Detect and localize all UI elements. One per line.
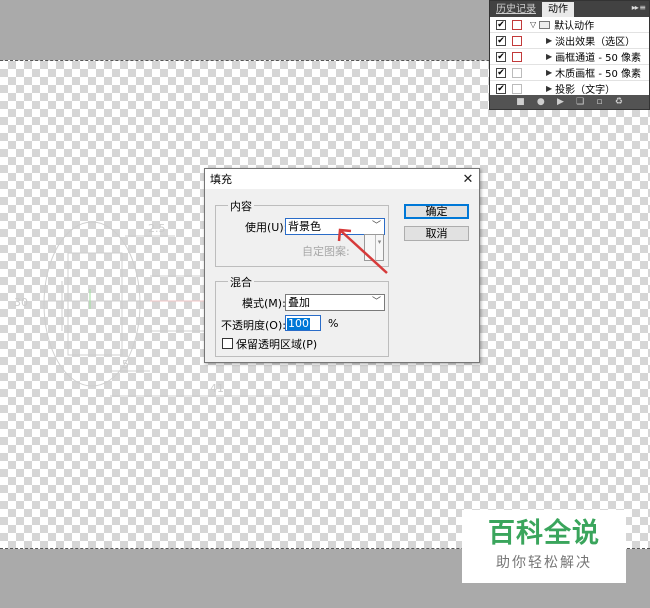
dim-label-4: 41 [210,382,224,395]
action-row[interactable]: ✔ ▶ 木质画框 - 50 像素 [490,65,649,81]
contents-legend: 内容 [228,198,254,214]
dialog-toggle[interactable] [510,67,524,78]
action-row[interactable]: ✔ ▶ 淡出效果（选区） [490,33,649,49]
mode-label: 模式(M): [242,297,286,310]
opacity-unit: % [328,317,339,330]
preserve-transparency-label[interactable]: 保留透明区域(P) [236,336,317,352]
watermark-logo: 百科全说 助你轻松解决 [462,510,626,583]
toggle-item-checkbox[interactable]: ✔ [494,66,508,80]
actions-list: ✔ ▽ 默认动作 ✔ ▶ 淡出效果（选区） ✔ ▶ 画框通道 - 50 像素 ✔… [490,17,649,97]
panel-tabs: 历史记录 动作 ▸▸ ≡ [490,1,649,17]
collapsed-triangle-icon[interactable]: ▶ [546,52,552,61]
action-label: 投影（文字） [555,85,616,96]
action-row[interactable]: ✔ ▶ 画框通道 - 50 像素 [490,49,649,65]
mode-select-value: 叠加 [288,296,310,309]
ok-button[interactable]: 确定 [404,204,469,219]
blending-group: 混合 模式(M): 叠加 ﹀ 不透明度(O): 100 % 保留透明区域(P) [215,274,389,357]
action-label: 淡出效果（选区） [555,37,636,48]
action-label: 木质画框 - 50 像素 [555,69,642,80]
dialog-toggle[interactable] [510,51,524,62]
action-label: 画框通道 - 50 像素 [555,53,642,64]
toggle-item-checkbox[interactable]: ✔ [494,34,508,48]
dialog-title-bar[interactable]: 填充 ✕ [205,169,479,189]
tab-history[interactable]: 历史记录 [490,2,542,17]
expand-triangle-icon[interactable]: ▽ [530,20,536,29]
folder-icon [539,20,551,29]
stop-icon[interactable]: ■ [516,97,525,107]
watermark-subtitle: 助你轻松解决 [496,555,592,571]
action-set-row[interactable]: ✔ ▽ 默认动作 [490,17,649,33]
red-arrow-annotation [337,228,388,274]
fill-dialog: 填充 ✕ 内容 使用(U): 背景色 ﹀ 自定图案: ▾ 混合 模式(M): 叠… [204,168,480,363]
dim-label-3: 5 [122,358,129,371]
mode-select[interactable]: 叠加 ﹀ [285,294,385,311]
new-action-icon[interactable]: ▫ [596,97,602,107]
play-icon[interactable]: ▶ [557,97,564,107]
trash-icon[interactable]: ♻ [615,97,623,107]
record-icon[interactable]: ● [537,97,545,107]
panel-footer: ■ ● ▶ ❑ ▫ ♻ [490,95,649,109]
dim-label-2: 30 [14,296,28,309]
collapsed-triangle-icon[interactable]: ▶ [546,36,552,45]
action-set-label: 默认动作 [554,21,595,32]
chevron-down-icon: ﹀ [371,297,381,307]
dialog-toggle[interactable] [510,83,524,94]
close-icon[interactable]: ✕ [457,172,479,187]
dialog-title: 填充 [210,173,232,186]
watermark-title: 百科全说 [488,518,600,549]
use-label: 使用(U): [245,221,288,234]
collapsed-triangle-icon[interactable]: ▶ [546,68,552,77]
opacity-value: 100 [287,317,310,330]
new-set-icon[interactable]: ❑ [576,97,584,107]
cancel-button[interactable]: 取消 [404,226,469,241]
dialog-toggle[interactable] [510,19,524,30]
toggle-item-checkbox[interactable]: ✔ [494,50,508,64]
toggle-item-checkbox[interactable]: ✔ [494,82,508,96]
dim-label-1: 2.5 [148,222,166,235]
use-select-value: 背景色 [288,220,321,233]
tab-actions[interactable]: 动作 [542,2,574,17]
panel-menu-icon[interactable]: ▸▸ ≡ [632,3,646,12]
dialog-toggle[interactable] [510,35,524,46]
collapsed-triangle-icon[interactable]: ▶ [546,84,552,93]
blending-legend: 混合 [228,274,254,290]
opacity-input[interactable]: 100 [285,315,321,331]
actions-panel: 历史记录 动作 ▸▸ ≡ ✔ ▽ 默认动作 ✔ ▶ 淡出效果（选区） ✔ ▶ 画… [489,0,650,110]
opacity-label: 不透明度(O): [221,319,286,332]
toggle-item-checkbox[interactable]: ✔ [494,18,508,32]
preserve-transparency-checkbox[interactable] [222,338,233,349]
